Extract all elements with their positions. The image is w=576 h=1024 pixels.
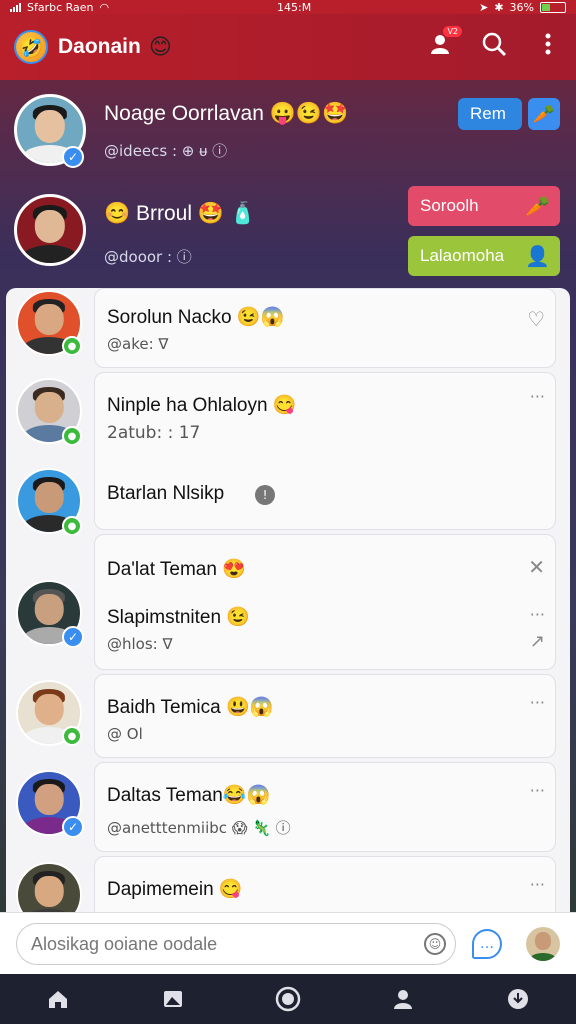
featured-item[interactable]: ✓ Noage Oorrlavan 😛😉🤩 @ideecs : ⊕ ᵾ ⓘ Re…: [0, 80, 576, 180]
reply-icon[interactable]: ↗: [530, 631, 545, 652]
contact-name: Sorolun Nacko 😉😱: [107, 307, 285, 328]
more-icon[interactable]: ···: [530, 387, 545, 406]
chat-bubble-icon[interactable]: …: [472, 929, 502, 959]
bottom-nav: [0, 974, 576, 1024]
battery-percent: 36%: [509, 0, 534, 14]
contact-name: Dapimemein 😋: [107, 879, 243, 900]
list-item[interactable]: ● Baidh Temica 😃😱 @ Ol ···: [6, 674, 566, 760]
featured-secondary-button[interactable]: Lalaomoha 👤: [408, 236, 560, 276]
profile-icon[interactable]: [383, 979, 423, 1019]
more-menu-icon[interactable]: [534, 32, 562, 62]
featured-name: 😊 Brroul 🤩 🧴: [104, 202, 256, 225]
featured-name: Noage Oorrlavan 😛😉🤩: [104, 102, 349, 125]
featured-action-button[interactable]: Rem: [458, 98, 522, 130]
more-icon[interactable]: ···: [530, 693, 545, 712]
contact-name: Ninple ha Ohlaloyn 😋: [107, 395, 297, 416]
online-icon: ●: [62, 426, 82, 446]
wifi-icon: ◠: [99, 0, 110, 14]
avatar: [14, 194, 86, 266]
contact-name: Daltas Teman😂😱: [107, 785, 271, 806]
featured-sub: @dooor : ⓘ: [104, 248, 192, 266]
bluetooth-icon: ✱: [494, 0, 504, 14]
person-icon: 👤: [525, 245, 550, 268]
list-item[interactable]: ● Sorolun Nacko 😉😱 @ake: ∇ ♡: [6, 288, 566, 370]
heart-icon[interactable]: ♡: [527, 307, 545, 331]
verified-icon: ✓: [62, 816, 84, 838]
carrot-icon[interactable]: 🥕: [528, 98, 560, 130]
verified-icon: ✓: [62, 146, 84, 168]
featured-action-button[interactable]: Soroolh 🥕: [408, 186, 560, 226]
app-header: 🤣 Daonain 😊 V2: [0, 14, 576, 80]
contact-sub: @ Ol: [107, 725, 143, 743]
message-input[interactable]: Alosikag ooiane oodale: [16, 923, 456, 965]
app-title: Daonain: [58, 35, 141, 58]
contact-bubble[interactable]: Daltas Teman😂😱 @anetttenmiibc 😱 🦎 ⓘ ···: [94, 762, 556, 852]
notifications-icon[interactable]: V2: [426, 26, 462, 62]
contact-sub: @hlos: ∇: [107, 635, 173, 653]
gallery-icon[interactable]: [153, 979, 193, 1019]
contacts-list[interactable]: ● Sorolun Nacko 😉😱 @ake: ∇ ♡ ● ● Ninple …: [6, 288, 570, 924]
download-icon[interactable]: [498, 979, 538, 1019]
close-icon[interactable]: ✕: [528, 555, 545, 579]
home-icon[interactable]: [38, 979, 78, 1019]
carrot-icon: 🥕: [525, 195, 550, 218]
contact-bubble[interactable]: Baidh Temica 😃😱 @ Ol ···: [94, 674, 556, 758]
contact-bubble[interactable]: Sorolun Nacko 😉😱 @ake: ∇ ♡: [94, 288, 556, 368]
button-label: Soroolh: [420, 196, 479, 215]
message-composer: Alosikag ooiane oodale ☺ …: [0, 912, 576, 974]
verified-icon: ✓: [62, 626, 84, 648]
emoji-icon[interactable]: ☺: [424, 933, 446, 955]
info-icon: !: [255, 485, 275, 505]
search-icon[interactable]: [480, 31, 508, 63]
online-icon: ●: [62, 516, 82, 536]
contact-name: Slapimstniten 😉: [107, 607, 250, 628]
carrier-label: Sfarbc Raen: [27, 0, 94, 14]
record-icon[interactable]: [268, 979, 308, 1019]
app-logo[interactable]: 🤣: [14, 30, 48, 64]
notification-badge: V2: [443, 26, 462, 37]
button-label: Lalaomoha: [420, 246, 505, 265]
more-icon[interactable]: ···: [530, 605, 545, 624]
contact-sub: 2atub: : 17: [107, 423, 201, 443]
list-item[interactable]: ✓ Da'lat Teman 😍 ✕ Slapimstniten 😉 @hlos…: [6, 534, 566, 672]
featured-item[interactable]: 😊 Brroul 🤩 🧴 @dooor : ⓘ Soroolh 🥕 Lalaom…: [0, 180, 576, 280]
user-avatar[interactable]: [526, 927, 560, 961]
contact-name: Da'lat Teman 😍: [107, 559, 246, 580]
online-icon: ●: [62, 726, 82, 746]
button-label: Rem: [470, 104, 506, 123]
contact-sub: @anetttenmiibc 😱 🦎 ⓘ: [107, 819, 291, 837]
featured-section: ✓ Noage Oorrlavan 😛😉🤩 @ideecs : ⊕ ᵾ ⓘ Re…: [0, 80, 576, 290]
location-icon: ➤: [479, 0, 489, 14]
contact-name: Btarlan Nlsikp: [107, 483, 225, 504]
contact-bubble[interactable]: Da'lat Teman 😍 ✕ Slapimstniten 😉 @hlos: …: [94, 534, 556, 670]
status-bar: Sfarbc Raen ◠ 145:M ➤ ✱ 36%: [0, 0, 576, 14]
more-icon[interactable]: ···: [530, 875, 545, 894]
online-icon: ●: [62, 336, 82, 356]
battery-icon: [539, 1, 566, 13]
featured-sub: @ideecs : ⊕ ᵾ ⓘ: [104, 142, 228, 160]
signal-icon: [10, 2, 21, 12]
title-emoji: 😊: [148, 34, 172, 60]
list-item[interactable]: ✓ Daltas Teman😂😱 @anetttenmiibc 😱 🦎 ⓘ ··…: [6, 762, 566, 854]
contact-bubble[interactable]: Ninple ha Ohlaloyn 😋 2atub: : 17 ··· Bta…: [94, 372, 556, 530]
clock: 145:M: [277, 0, 312, 14]
list-item[interactable]: ● ● Ninple ha Ohlaloyn 😋 2atub: : 17 ···…: [6, 372, 566, 536]
contact-sub: @ake: ∇: [107, 335, 169, 353]
contact-name: Baidh Temica 😃😱: [107, 697, 274, 718]
more-icon[interactable]: ···: [530, 781, 545, 800]
